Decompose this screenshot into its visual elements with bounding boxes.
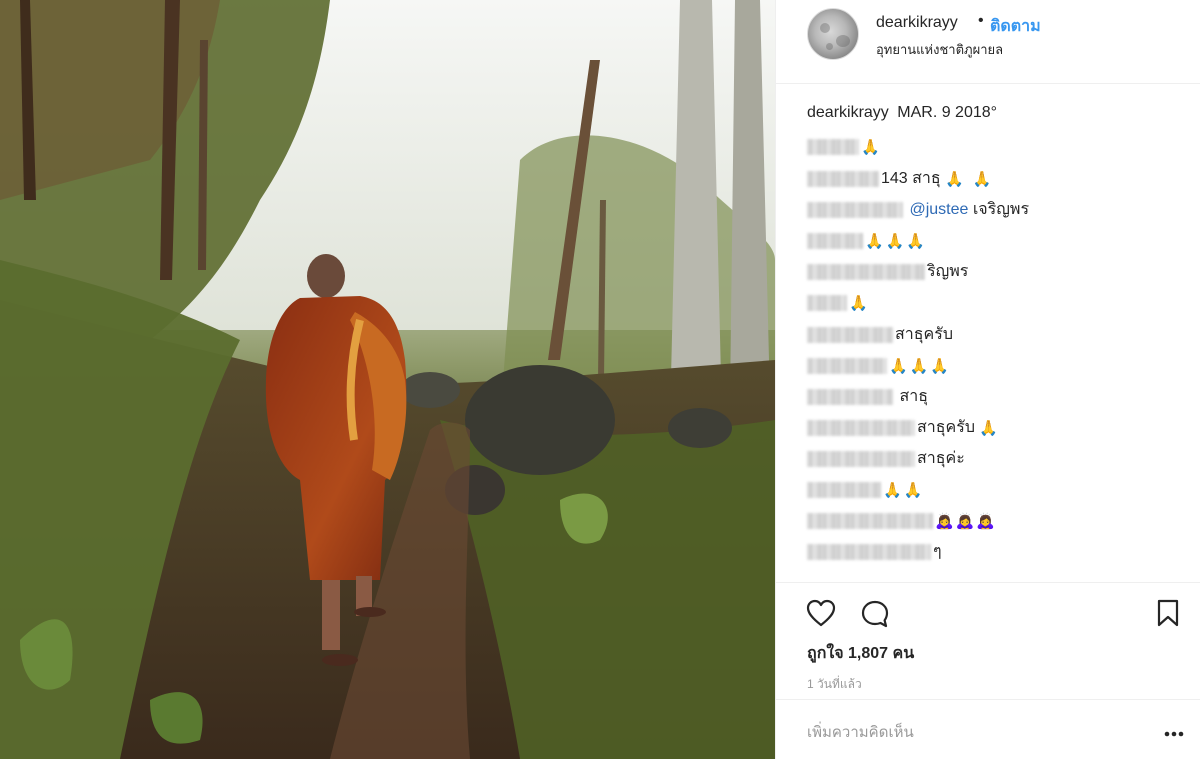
comment-text: สาธุครับ [917,419,975,436]
more-options-icon[interactable] [1164,724,1184,742]
blurred-username [807,264,925,280]
post-side-panel: dearkikrayy • ติดตาม อุทยานแห่งชาติภูผาย… [775,0,1200,759]
caption: dearkikrayy MAR. 9 2018° [807,104,997,122]
separator-dot: • [978,12,984,29]
pray-emoji-icon: 🙏 [849,294,870,312]
bookmark-icon[interactable] [1156,599,1180,632]
blurred-username [807,544,931,560]
comment-text: ๆ [933,543,942,560]
caption-username[interactable]: dearkikrayy [807,104,889,121]
pray-emoji-icon: 🙏 [861,138,882,156]
comment-text: สาธุค่ะ [917,450,965,467]
avatar[interactable] [807,8,859,60]
blurred-username [807,420,915,436]
heart-icon[interactable] [806,599,836,632]
comment-text: เจริญพร [968,201,1030,218]
location-link[interactable]: อุทยานแห่งชาติภูผายล [876,39,1003,60]
comment-text: 143 สาธุ [881,170,941,187]
pray-emoji-icon: 🙏🙏 [883,481,925,499]
post-actions: ถูกใจ 1,807 คน 1 วันที่แล้ว [776,582,1200,759]
likes-count[interactable]: ถูกใจ 1,807 คน [807,641,914,666]
blurred-username [807,202,903,218]
comment-input[interactable] [807,720,1137,744]
header-username[interactable]: dearkikrayy [876,14,958,32]
post-photo[interactable] [0,0,775,759]
comment-item: ริญพร [807,261,968,283]
blurred-username [807,389,893,405]
comment-item: ๆ [807,541,942,563]
blurred-username [807,358,887,374]
add-comment-section [776,699,1200,759]
blurred-username [807,327,893,343]
bowing-emoji-icon: 🙇‍♀️🙇‍♀️🙇‍♀️ [935,512,998,530]
comment-bubble-icon[interactable] [860,599,890,634]
caption-text: MAR. 9 2018° [897,104,998,121]
comment-item: 🙏 [807,292,870,314]
post-header: dearkikrayy • ติดตาม อุทยานแห่งชาติภูผาย… [776,0,1200,84]
moon-crater [820,23,830,33]
comments-list[interactable]: dearkikrayy MAR. 9 2018° 🙏 143 สาธุ 🙏 🙏 … [776,84,1200,581]
blurred-username [807,171,879,187]
blurred-username [807,295,847,311]
comment-text: สาธุ [895,388,928,405]
moon-crater [826,43,833,50]
comment-item: 🙏 [807,136,882,158]
pray-emoji-icon: 🙏🙏🙏 [889,357,952,375]
comment-item: 143 สาธุ 🙏 🙏 [807,168,993,190]
comment-item: 🙏🙏🙏 [807,230,927,252]
comment-item: 🙇‍♀️🙇‍♀️🙇‍♀️ [807,510,997,532]
moon-crater [836,35,850,47]
comment-item: 🙏🙏🙏 [807,355,951,377]
comment-text: สาธุครับ [895,326,953,343]
comment-item: สาธุครับ [807,324,953,346]
comment-item: สาธุค่ะ [807,448,965,470]
follow-button[interactable]: ติดตาม [990,14,1041,39]
blurred-username [807,482,881,498]
comment-item: 🙏🙏 [807,479,924,501]
blurred-username [807,451,915,467]
comment-item: @justee เจริญพร [807,199,1029,221]
blurred-username [807,233,863,249]
comment-item: สาธุครับ 🙏 [807,417,1000,439]
blurred-username [807,513,933,529]
comment-item: สาธุ [807,386,928,408]
pray-emoji-icon: 🙏 [979,419,1001,437]
pray-emoji-icon: 🙏🙏🙏 [865,232,928,250]
post-timestamp[interactable]: 1 วันที่แล้ว [807,675,862,694]
forest-scene [0,0,775,759]
pray-emoji-icon: 🙏 🙏 [945,170,994,188]
comment-mention[interactable]: @justee [909,201,968,218]
comment-text: ริญพร [927,263,969,280]
blurred-username [807,139,859,155]
